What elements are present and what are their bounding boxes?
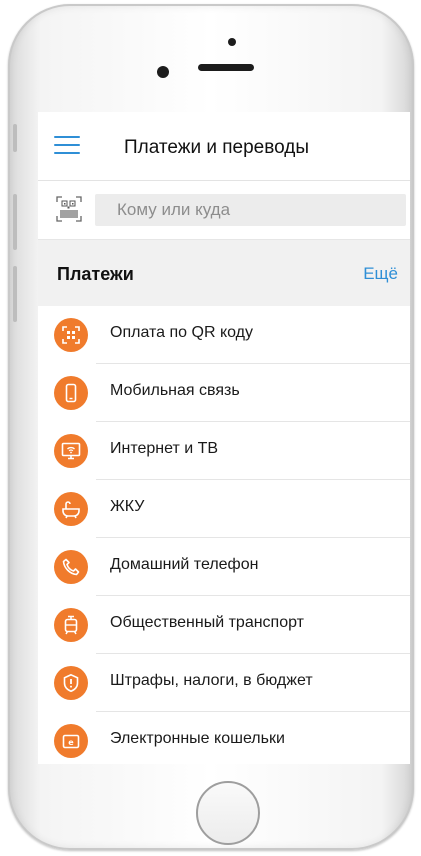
- section-title: Платежи: [57, 264, 134, 284]
- svg-text:e: e: [68, 738, 74, 747]
- list-item-label: Мобильная связь: [110, 382, 240, 399]
- payment-item-mobile[interactable]: Мобильная связь: [38, 364, 410, 422]
- tv-wifi-icon: [54, 434, 88, 468]
- list-item-label: ЖКУ: [110, 498, 145, 515]
- tram-icon: [54, 608, 88, 642]
- payment-item-internet-tv[interactable]: Интернет и ТВ: [38, 422, 410, 480]
- qr-code-icon: [54, 318, 88, 352]
- menu-icon[interactable]: [54, 136, 80, 156]
- earpiece-speaker: [198, 64, 254, 71]
- payment-item-home-phone[interactable]: Домашний телефон: [38, 538, 410, 596]
- payment-item-transport[interactable]: Общественный транспорт: [38, 596, 410, 654]
- more-link[interactable]: Ещё: [363, 264, 398, 284]
- search-bar: [38, 181, 410, 240]
- mobile-phone-icon: [54, 376, 88, 410]
- proximity-sensor: [228, 38, 236, 46]
- home-button[interactable]: [196, 781, 260, 845]
- payment-item-utilities[interactable]: ЖКУ: [38, 480, 410, 538]
- bathtub-icon: [54, 492, 88, 526]
- wallet-icon: e: [54, 724, 88, 758]
- payment-item-qr[interactable]: Оплата по QR коду: [38, 306, 410, 364]
- list-item-label: Электронные кошельки: [110, 730, 285, 747]
- payment-item-e-wallets[interactable]: e Электронные кошельки: [38, 712, 410, 764]
- alert-shield-icon: [54, 666, 88, 700]
- payments-list: Оплата по QR коду Мобильная связь Интерн…: [38, 306, 410, 764]
- list-item-label: Общественный транспорт: [110, 614, 304, 631]
- app-header: Платежи и переводы: [38, 112, 410, 181]
- list-item-label: Штрафы, налоги, в бюджет: [110, 672, 313, 689]
- front-camera: [157, 66, 169, 78]
- section-header: Платежи Ещё: [38, 240, 410, 306]
- page-title: Платежи и переводы: [124, 137, 309, 158]
- volume-up-button: [13, 194, 17, 250]
- payment-item-fines-taxes[interactable]: Штрафы, налоги, в бюджет: [38, 654, 410, 712]
- app-screen: Платежи и переводы Платежи Ещё: [38, 112, 410, 764]
- list-item-label: Оплата по QR коду: [110, 324, 253, 341]
- volume-down-button: [13, 266, 17, 322]
- qr-scan-icon[interactable]: [55, 195, 83, 223]
- phone-handset-icon: [54, 550, 88, 584]
- list-item-label: Домашний телефон: [110, 556, 259, 573]
- mute-switch: [13, 124, 17, 152]
- search-input[interactable]: [95, 194, 406, 226]
- list-item-label: Интернет и ТВ: [110, 440, 219, 457]
